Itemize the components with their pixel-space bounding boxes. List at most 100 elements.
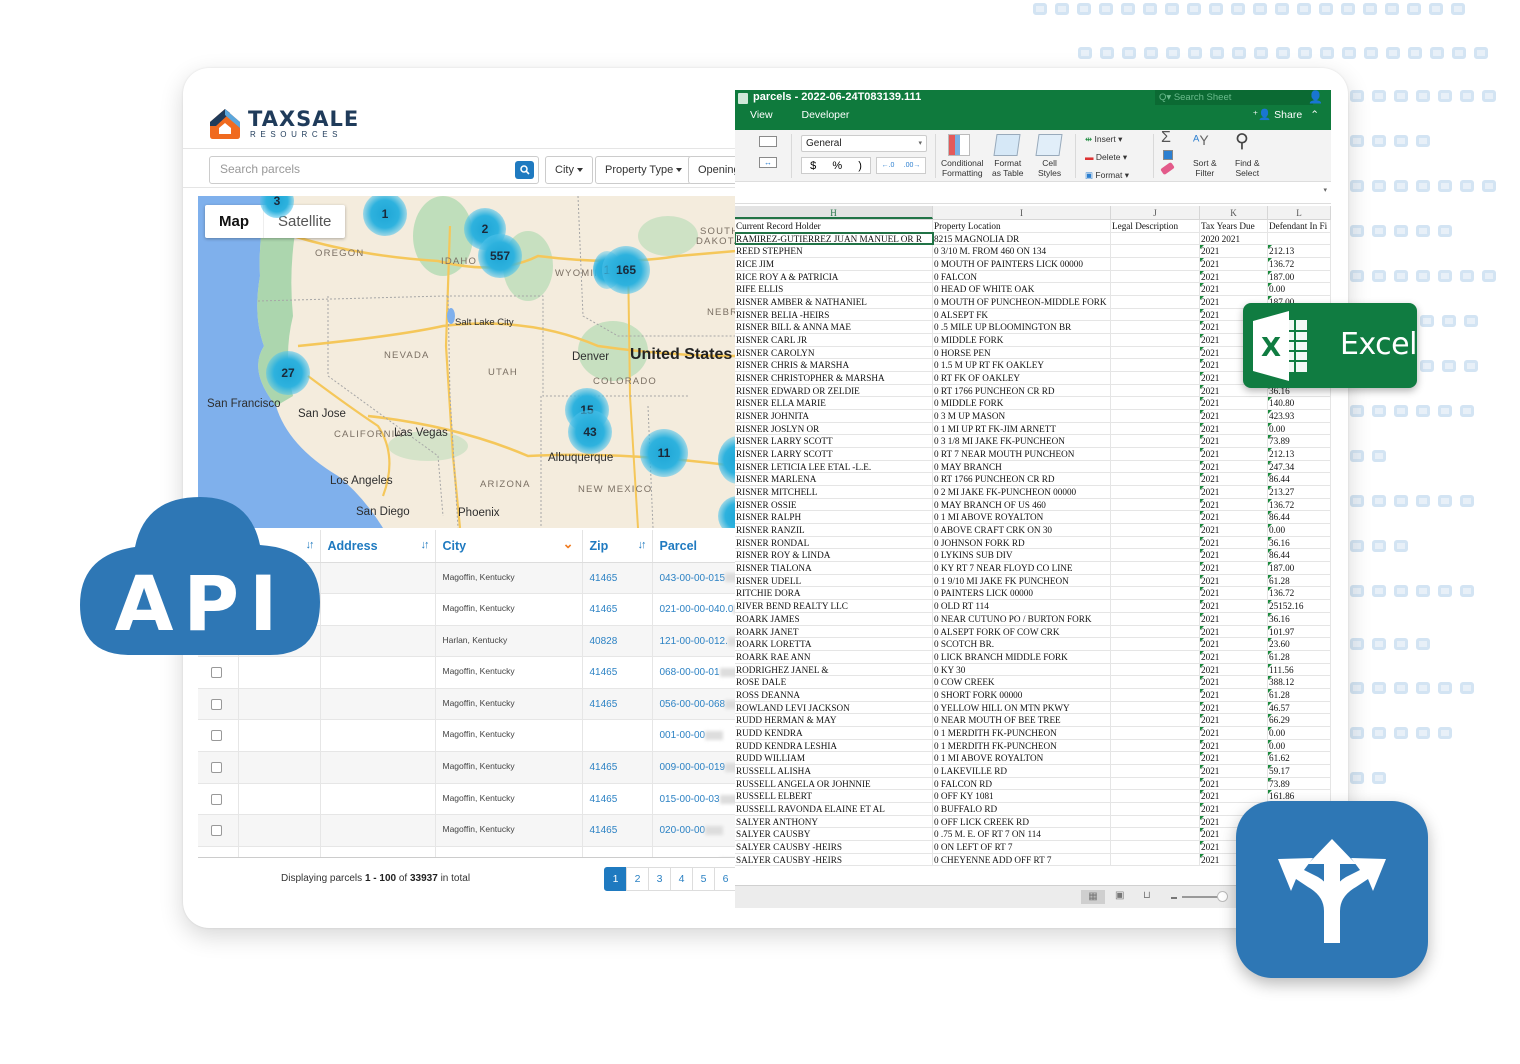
- cell[interactable]: [1111, 384, 1200, 397]
- cell[interactable]: 2021: [1200, 549, 1268, 562]
- cell[interactable]: [1111, 397, 1200, 410]
- cell[interactable]: RICE ROY A & PATRICIA: [735, 270, 933, 283]
- cell[interactable]: RAMIREZ-GUTIERREZ JUAN MANUEL OR R: [735, 231, 934, 246]
- property-type-filter-dropdown[interactable]: Property Type: [595, 156, 693, 184]
- collapse-ribbon-icon[interactable]: ⌃: [1310, 109, 1319, 121]
- cell[interactable]: 86.44: [1268, 511, 1331, 524]
- cell[interactable]: 111.56: [1268, 663, 1331, 676]
- cell[interactable]: [1268, 232, 1331, 245]
- zip-link[interactable]: 41465: [582, 751, 653, 784]
- cell[interactable]: RISNER ROY & LINDA: [735, 549, 933, 562]
- city-filter-dropdown[interactable]: City: [545, 156, 593, 184]
- cell[interactable]: 2021: [1200, 460, 1268, 473]
- row-checkbox[interactable]: [211, 667, 222, 679]
- map-cluster-marker[interactable]: 557: [478, 234, 522, 278]
- share-button[interactable]: ⁺👤 Share ⌃: [1253, 108, 1319, 121]
- parcel-link[interactable]: 015-00-00-03: [652, 783, 736, 816]
- cell[interactable]: [1111, 372, 1200, 384]
- cell[interactable]: Tax Years Due: [1200, 220, 1268, 232]
- parcel-link[interactable]: 009-00-00-019: [652, 751, 736, 784]
- normal-view-icon[interactable]: ▦: [1081, 890, 1105, 904]
- table-row[interactable]: Magoffin, Kentucky 41465 056-00-00-068: [198, 688, 736, 721]
- cell[interactable]: 0 RT FK OF OAKLEY: [933, 372, 1111, 384]
- parcel-link[interactable]: 121-00-00-012.: [652, 625, 736, 658]
- format-cells-button[interactable]: ▣ Format ▾: [1085, 170, 1129, 180]
- sort-filter-button[interactable]: Sort & Filter: [1193, 158, 1217, 178]
- cell[interactable]: 2021: [1200, 397, 1268, 410]
- cell[interactable]: 2021: [1200, 764, 1268, 777]
- zip-link[interactable]: 41465: [582, 656, 653, 689]
- cell[interactable]: 423.93: [1268, 410, 1331, 422]
- sort-icon[interactable]: ↓↑: [421, 539, 430, 551]
- tab-view[interactable]: View: [750, 109, 773, 121]
- zip-link[interactable]: 41465: [582, 688, 653, 721]
- fill-icon[interactable]: [1163, 150, 1173, 160]
- cell[interactable]: RUSSELL ELBERT: [735, 790, 933, 802]
- cell[interactable]: [1111, 840, 1200, 853]
- cell[interactable]: RISNER JOSLYN OR: [735, 422, 933, 435]
- cell[interactable]: 2021: [1200, 486, 1268, 498]
- column-letter-h[interactable]: H: [735, 206, 933, 219]
- insert-cells-button[interactable]: ⇹ Insert ▾: [1085, 134, 1122, 144]
- cell[interactable]: [1111, 448, 1200, 460]
- cell[interactable]: 2021: [1200, 587, 1268, 600]
- page-button[interactable]: 6: [714, 867, 737, 891]
- cell[interactable]: 25152.16: [1268, 600, 1331, 612]
- cell[interactable]: RISNER TIALONA: [735, 562, 933, 574]
- sort-filter-icon[interactable]: ᴬY: [1193, 132, 1209, 148]
- column-letter-l[interactable]: L: [1268, 206, 1331, 219]
- cell[interactable]: 0 NEAR CUTUNO PO / BURTON FORK: [933, 612, 1111, 625]
- cell[interactable]: [1111, 650, 1200, 663]
- cell[interactable]: 2021: [1200, 536, 1268, 549]
- zip-link[interactable]: 41465: [582, 593, 653, 626]
- wrap-text-icon[interactable]: [759, 136, 777, 147]
- cell[interactable]: 0 2 MI JAKE FK-PUNCHEON 00000: [933, 486, 1111, 498]
- cell[interactable]: 247.34: [1268, 460, 1331, 473]
- row-checkbox[interactable]: [211, 698, 222, 710]
- cell[interactable]: 2021: [1200, 701, 1268, 714]
- cell-styles-icon[interactable]: [1035, 134, 1063, 156]
- parcel-link[interactable]: 043-00-00-015: [652, 562, 736, 595]
- cell[interactable]: 0 ALSEPT FORK OF COW CRK: [933, 625, 1111, 638]
- cell[interactable]: 0.00: [1268, 422, 1331, 435]
- cell[interactable]: [1111, 321, 1200, 334]
- cell[interactable]: 187.00: [1268, 270, 1331, 283]
- cell[interactable]: [1111, 815, 1200, 828]
- tab-developer[interactable]: Developer: [802, 109, 850, 121]
- cell[interactable]: [1111, 245, 1200, 258]
- cell[interactable]: RISNER CAROLYN: [735, 346, 933, 359]
- zoom-out-icon[interactable]: [1171, 897, 1177, 899]
- column-header-zip[interactable]: Zip ↓↑: [582, 530, 653, 563]
- cell[interactable]: RISNER BILL & ANNA MAE: [735, 321, 933, 334]
- find-magnifier-icon[interactable]: ⚲: [1235, 130, 1249, 153]
- cell[interactable]: [1111, 726, 1200, 739]
- cell[interactable]: 2021: [1200, 612, 1268, 625]
- cell[interactable]: 0.00: [1268, 726, 1331, 739]
- column-header-parcel[interactable]: Parcel: [652, 530, 736, 563]
- cell[interactable]: 0 YELLOW HILL ON MTN PKWY: [933, 701, 1111, 714]
- find-select-button[interactable]: Find & Select: [1235, 158, 1260, 178]
- cell[interactable]: 0 OFF KY 1081: [933, 790, 1111, 802]
- parcel-link[interactable]: 170-00-00-01: [652, 846, 736, 857]
- cell[interactable]: [1111, 663, 1200, 676]
- cell[interactable]: 0 FALCON RD: [933, 777, 1111, 790]
- cell[interactable]: [1111, 790, 1200, 802]
- row-checkbox[interactable]: [211, 856, 222, 857]
- cell[interactable]: 101.97: [1268, 625, 1331, 638]
- column-letter-i[interactable]: I: [933, 206, 1111, 219]
- cell[interactable]: [1111, 486, 1200, 498]
- cell[interactable]: [1111, 422, 1200, 435]
- cell[interactable]: 23.60: [1268, 638, 1331, 650]
- cell[interactable]: 2021: [1200, 650, 1268, 663]
- cell[interactable]: RISNER EDWARD OR ZELDIE: [735, 384, 933, 397]
- format-as-table-icon[interactable]: [993, 134, 1021, 156]
- map-cluster-marker[interactable]: 27: [266, 351, 310, 395]
- cell[interactable]: 0 HORSE PEN: [933, 346, 1111, 359]
- cell[interactable]: 61.28: [1268, 650, 1331, 663]
- table-row[interactable]: Magoffin, Kentucky 001-00-00: [198, 719, 736, 753]
- cell[interactable]: RUDD HERMAN & MAY: [735, 714, 933, 726]
- cell[interactable]: 0 LYKINS SUB DIV: [933, 549, 1111, 562]
- column-letter-k[interactable]: K: [1200, 206, 1268, 219]
- cell[interactable]: 0.00: [1268, 283, 1331, 296]
- table-row[interactable]: Harlan, Kentucky40828 170-00-00-01: [198, 846, 736, 857]
